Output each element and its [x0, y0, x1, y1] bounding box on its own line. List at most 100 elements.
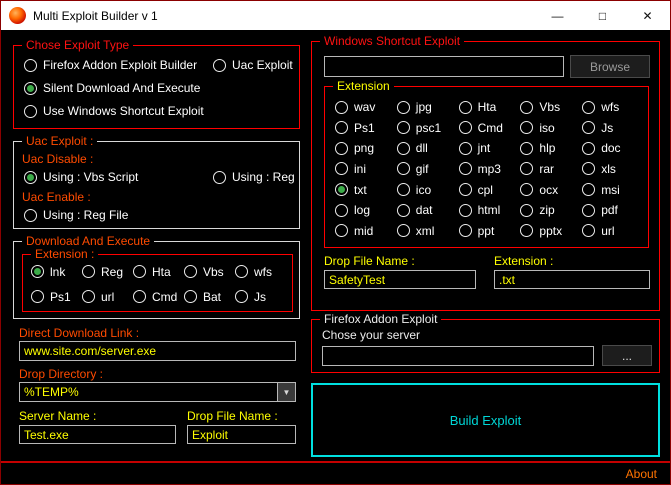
extension-radio[interactable]: txt: [335, 183, 397, 197]
radio-uac-disable-vbs-script[interactable]: Using : Vbs Script: [24, 170, 138, 184]
radio-label: Uac Exploit: [232, 58, 293, 72]
server-name-input[interactable]: [19, 425, 176, 444]
extension-radio[interactable]: cpl: [459, 183, 521, 197]
shortcut-extension-input[interactable]: [494, 270, 650, 289]
radio-icon: [184, 265, 197, 278]
direct-download-link-label: Direct Download Link :: [19, 326, 139, 340]
extension-radio[interactable]: pdf: [582, 203, 644, 217]
extension-radio[interactable]: ocx: [520, 183, 582, 197]
radio-icon: [133, 290, 146, 303]
radio-label: ocx: [539, 183, 558, 197]
drop-directory-select[interactable]: %TEMP% ▼: [19, 382, 296, 402]
extension-radio[interactable]: Bat: [184, 290, 235, 304]
radio-icon: [24, 59, 37, 72]
radio-uac-enable-reg-file[interactable]: Using : Reg File: [24, 208, 128, 222]
extension-radio[interactable]: url: [582, 224, 644, 238]
radio-icon: [24, 82, 37, 95]
extension-radio[interactable]: pptx: [520, 224, 582, 238]
extension-radio[interactable]: Hta: [459, 100, 521, 114]
radio-silent-download-and-execute[interactable]: Silent Download And Execute: [24, 81, 200, 95]
radio-icon: [582, 224, 595, 237]
browse-button[interactable]: Browse: [570, 55, 650, 78]
close-icon[interactable]: ✕: [625, 1, 670, 30]
extension-radio[interactable]: zip: [520, 203, 582, 217]
extension-radio[interactable]: doc: [582, 141, 644, 155]
minimize-icon[interactable]: —: [535, 1, 580, 30]
uac-enable-label: Uac Enable :: [22, 190, 91, 204]
extension-radio[interactable]: Cmd: [133, 290, 184, 304]
extension-radio[interactable]: url: [82, 290, 133, 304]
radio-label: Hta: [478, 100, 497, 114]
radio-label: dll: [416, 141, 428, 155]
extension-radio[interactable]: wfs: [235, 265, 286, 279]
direct-download-link-input[interactable]: [19, 341, 296, 361]
extension-radio[interactable]: xls: [582, 162, 644, 176]
radio-icon: [24, 171, 37, 184]
extension-radio[interactable]: Hta: [133, 265, 184, 279]
extension-radio[interactable]: Js: [582, 121, 644, 135]
build-exploit-button[interactable]: Build Exploit: [311, 383, 660, 457]
radio-label: Reg: [101, 265, 123, 279]
maximize-icon[interactable]: □: [580, 1, 625, 30]
extension-radio[interactable]: mp3: [459, 162, 521, 176]
about-link[interactable]: About: [626, 467, 657, 481]
extension-radio[interactable]: wav: [335, 100, 397, 114]
group-title-windows-shortcut-exploit: Windows Shortcut Exploit: [320, 34, 464, 48]
shortcut-drop-file-name-input[interactable]: [324, 270, 476, 289]
radio-icon: [82, 265, 95, 278]
extension-radio[interactable]: gif: [397, 162, 459, 176]
extension-radio[interactable]: Ps1: [335, 121, 397, 135]
extension-radio[interactable]: lnk: [31, 265, 82, 279]
extension-radio[interactable]: Js: [235, 290, 286, 304]
radio-label: pptx: [539, 224, 562, 238]
extension-radio[interactable]: hlp: [520, 141, 582, 155]
extension-radio[interactable]: rar: [520, 162, 582, 176]
ellipsis-browse-button[interactable]: ...: [602, 345, 652, 366]
radio-icon: [31, 265, 44, 278]
extension-radio[interactable]: jpg: [397, 100, 459, 114]
radio-use-windows-shortcut-exploit[interactable]: Use Windows Shortcut Exploit: [24, 104, 204, 118]
extension-radio[interactable]: html: [459, 203, 521, 217]
radio-label: psc1: [416, 121, 441, 135]
radio-label: Using : Reg File: [43, 208, 128, 222]
extension-radio[interactable]: Cmd: [459, 121, 521, 135]
radio-icon: [520, 162, 533, 175]
radio-icon: [31, 290, 44, 303]
radio-icon: [335, 101, 348, 114]
firefox-server-input[interactable]: [322, 346, 594, 366]
extension-radio[interactable]: ini: [335, 162, 397, 176]
radio-label: Use Windows Shortcut Exploit: [43, 104, 204, 118]
radio-uac-disable-reg[interactable]: Using : Reg: [213, 170, 295, 184]
extension-radio[interactable]: ico: [397, 183, 459, 197]
extension-radio[interactable]: msi: [582, 183, 644, 197]
radio-uac-exploit[interactable]: Uac Exploit: [213, 58, 293, 72]
chose-your-server-label: Chose your server: [322, 328, 420, 342]
drop-file-name-input[interactable]: [187, 425, 296, 444]
extension-radio[interactable]: Vbs: [184, 265, 235, 279]
group-title-firefox-addon-exploit: Firefox Addon Exploit: [320, 312, 441, 326]
group-title-extension: Extension: [333, 79, 394, 93]
extension-radio[interactable]: dll: [397, 141, 459, 155]
extension-radio[interactable]: Ps1: [31, 290, 82, 304]
extension-radio[interactable]: ppt: [459, 224, 521, 238]
radio-firefox-addon-exploit-builder[interactable]: Firefox Addon Exploit Builder: [24, 58, 197, 72]
group-shortcut-extension: Extension wav jpg Hta Vbs wfs: [324, 86, 649, 248]
extension-radio[interactable]: Reg: [82, 265, 133, 279]
extension-radio[interactable]: log: [335, 203, 397, 217]
window-controls: — □ ✕: [535, 1, 670, 30]
extension-radio[interactable]: wfs: [582, 100, 644, 114]
extension-radio[interactable]: png: [335, 141, 397, 155]
radio-label: xml: [416, 224, 435, 238]
chevron-down-icon: ▼: [277, 383, 295, 401]
extension-radio[interactable]: mid: [335, 224, 397, 238]
extension-radio[interactable]: iso: [520, 121, 582, 135]
extension-radio[interactable]: jnt: [459, 141, 521, 155]
extension-radio[interactable]: dat: [397, 203, 459, 217]
extension-label: Extension :: [494, 254, 553, 268]
extension-radio[interactable]: Vbs: [520, 100, 582, 114]
extension-radio[interactable]: psc1: [397, 121, 459, 135]
extension-radio[interactable]: xml: [397, 224, 459, 238]
radio-label: url: [101, 290, 114, 304]
shortcut-file-path-input[interactable]: [324, 56, 564, 77]
radio-icon: [24, 105, 37, 118]
